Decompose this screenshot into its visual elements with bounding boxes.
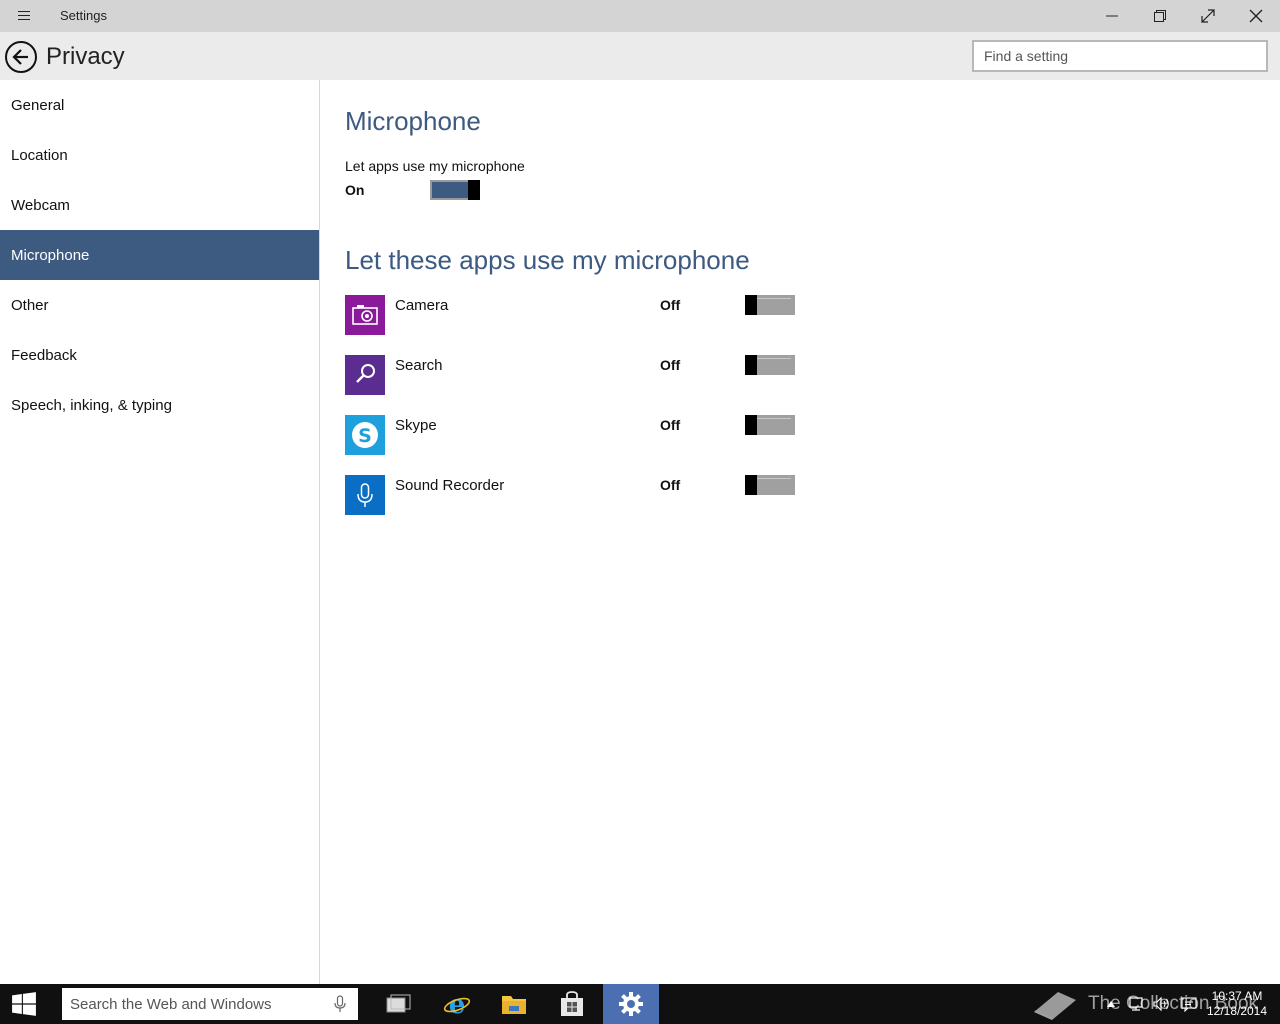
notification-icon bbox=[1181, 997, 1197, 1012]
store-button[interactable] bbox=[544, 984, 600, 1024]
taskbar-clock[interactable]: 10:37 AM 12/18/2014 bbox=[1202, 989, 1272, 1019]
restore-icon bbox=[1154, 10, 1166, 22]
folder-icon bbox=[502, 996, 526, 1014]
app-toggle-state: Off bbox=[660, 357, 681, 373]
skype-microphone-toggle[interactable] bbox=[745, 415, 795, 435]
close-icon bbox=[1249, 9, 1263, 23]
sidebar-item-other[interactable]: Other bbox=[0, 280, 319, 330]
chevron-up-icon bbox=[1107, 1001, 1115, 1007]
expand-icon bbox=[1201, 9, 1215, 23]
magnifier-icon bbox=[345, 355, 385, 395]
microphone-icon bbox=[345, 475, 385, 515]
app-row-search: Search Off bbox=[345, 355, 805, 395]
sidebar-item-speech-inking-typing[interactable]: Speech, inking, & typing bbox=[0, 380, 319, 430]
full-screen-button[interactable] bbox=[1184, 0, 1232, 32]
speaker-icon bbox=[1153, 996, 1169, 1012]
minimize-icon bbox=[1106, 15, 1118, 17]
task-view-icon bbox=[386, 994, 411, 1013]
sidebar-item-location[interactable]: Location bbox=[0, 130, 319, 180]
toggle-knob bbox=[745, 355, 757, 375]
toggle-knob bbox=[745, 475, 757, 495]
volume-tray-button[interactable] bbox=[1150, 984, 1174, 1024]
network-icon bbox=[1129, 997, 1143, 1011]
settings-taskbar-button[interactable] bbox=[603, 984, 659, 1024]
sound-recorder-microphone-toggle[interactable] bbox=[745, 475, 795, 495]
master-microphone-toggle[interactable] bbox=[430, 180, 480, 200]
back-button[interactable] bbox=[5, 41, 37, 73]
book-logo-icon bbox=[1034, 992, 1076, 1020]
camera-microphone-toggle[interactable] bbox=[745, 295, 795, 315]
sidebar-item-general[interactable]: General bbox=[0, 80, 319, 130]
store-bag-icon bbox=[561, 991, 583, 1016]
internet-explorer-icon: e bbox=[443, 990, 471, 1018]
toggle-knob bbox=[745, 295, 757, 315]
restore-button[interactable] bbox=[1136, 0, 1184, 32]
app-name: Sound Recorder bbox=[395, 477, 505, 494]
sidebar-item-webcam[interactable]: Webcam bbox=[0, 180, 319, 230]
app-toggle-state: Off bbox=[660, 417, 681, 433]
internet-explorer-button[interactable]: e bbox=[429, 984, 485, 1024]
main-content: Microphone Let apps use my microphone On… bbox=[321, 80, 1280, 984]
back-arrow-icon bbox=[12, 49, 28, 65]
clock-date: 12/18/2014 bbox=[1206, 1004, 1268, 1018]
app-name: Search bbox=[395, 357, 443, 374]
taskbar: e bbox=[0, 984, 1280, 1024]
camera-icon bbox=[345, 295, 385, 335]
window-title: Settings bbox=[60, 8, 107, 23]
minimize-button[interactable] bbox=[1088, 0, 1136, 32]
app-name: Skype bbox=[395, 417, 437, 434]
action-center-tray-button[interactable] bbox=[1178, 984, 1200, 1024]
taskbar-search-input[interactable] bbox=[62, 988, 358, 1020]
svg-text:e: e bbox=[449, 990, 466, 1018]
svg-text:S: S bbox=[358, 425, 372, 447]
network-tray-button[interactable] bbox=[1126, 984, 1148, 1024]
windows-logo-icon bbox=[12, 992, 36, 1016]
app-name: Camera bbox=[395, 297, 449, 314]
section-title: Microphone bbox=[345, 106, 481, 136]
app-row-skype: S Skype Off bbox=[345, 415, 805, 455]
taskbar-microphone-icon[interactable] bbox=[332, 995, 348, 1013]
find-setting-input[interactable] bbox=[972, 40, 1268, 72]
start-button[interactable] bbox=[0, 984, 48, 1024]
file-explorer-button[interactable] bbox=[486, 984, 542, 1024]
close-button[interactable] bbox=[1232, 0, 1280, 32]
app-row-sound-recorder: Sound Recorder Off bbox=[345, 475, 805, 515]
page-header: Privacy bbox=[0, 32, 1280, 80]
app-row-camera: Camera Off bbox=[345, 295, 805, 335]
toggle-knob bbox=[745, 415, 757, 435]
sidebar-item-microphone[interactable]: Microphone bbox=[0, 230, 319, 280]
gear-icon bbox=[619, 992, 643, 1016]
page-title: Privacy bbox=[46, 43, 125, 70]
apps-section-title: Let these apps use my microphone bbox=[345, 245, 750, 275]
app-toggle-state: Off bbox=[660, 297, 681, 313]
toggle-knob bbox=[468, 180, 480, 200]
sidebar-item-feedback[interactable]: Feedback bbox=[0, 330, 319, 380]
clock-time: 10:37 AM bbox=[1211, 989, 1263, 1003]
master-toggle-label: Let apps use my microphone bbox=[345, 158, 525, 174]
task-view-button[interactable] bbox=[371, 984, 427, 1024]
skype-icon: S bbox=[345, 415, 385, 455]
hamburger-menu-icon[interactable] bbox=[10, 8, 38, 24]
search-microphone-toggle[interactable] bbox=[745, 355, 795, 375]
master-toggle-state: On bbox=[345, 182, 365, 198]
app-toggle-state: Off bbox=[660, 477, 681, 493]
show-hidden-icons-button[interactable] bbox=[1102, 984, 1120, 1024]
sidebar: General Location Webcam Microphone Other… bbox=[0, 80, 320, 984]
title-bar: Settings bbox=[0, 0, 1280, 32]
